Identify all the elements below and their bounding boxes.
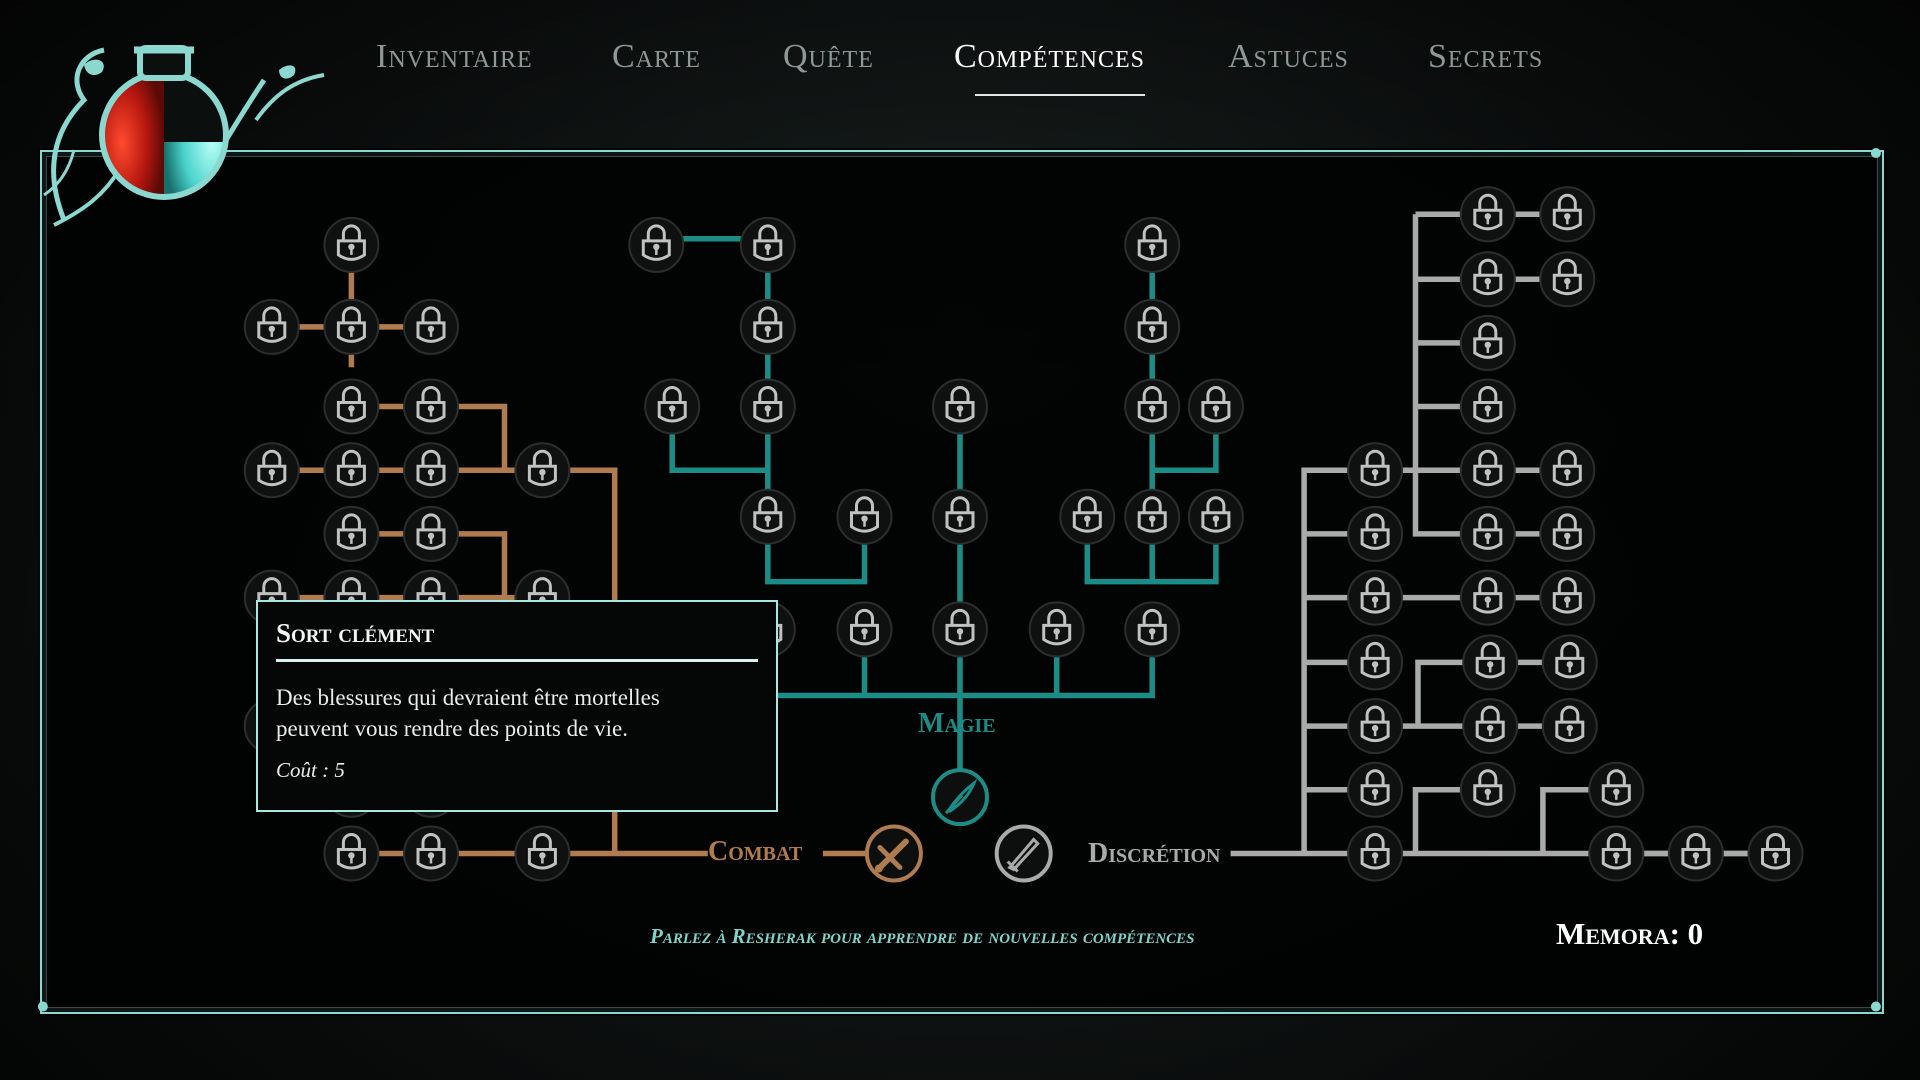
skill-node-locked-discretion[interactable] — [1747, 825, 1804, 882]
skill-node-locked-magie[interactable] — [628, 216, 685, 273]
tooltip-cost: Coût : 5 — [276, 758, 345, 782]
skill-node-locked-magie[interactable] — [836, 488, 893, 545]
skill-node-locked-magie[interactable] — [739, 298, 796, 355]
skill-node-locked-discretion[interactable] — [1588, 825, 1645, 882]
skill-node-locked-discretion[interactable] — [1347, 569, 1404, 626]
skill-node-locked-magie[interactable] — [932, 378, 988, 435]
skill-node-locked-combat[interactable] — [323, 442, 380, 499]
potion-flask-icon — [43, 45, 325, 227]
skill-node-locked-discretion[interactable] — [1347, 442, 1404, 499]
skill-node-locked-discretion[interactable] — [1539, 569, 1596, 626]
skill-node-locked-discretion[interactable] — [1459, 378, 1516, 435]
skill-tooltip: Sort clément Des blessures qui devraient… — [256, 600, 778, 812]
skill-node-locked-discretion[interactable] — [1539, 186, 1596, 243]
frame-corner-ornament — [1870, 148, 1881, 159]
skill-node-locked-discretion[interactable] — [1347, 634, 1404, 691]
category-label-discretion: Discrétion — [1088, 838, 1221, 869]
skill-node-locked-discretion[interactable] — [1459, 761, 1516, 818]
tooltip-description-line-1: Des blessures qui devraient être mortell… — [276, 685, 660, 710]
skill-node-locked-discretion[interactable] — [1459, 314, 1516, 371]
skill-node-locked-discretion[interactable] — [1347, 505, 1404, 562]
skill-node-locked-magie[interactable] — [1187, 378, 1244, 435]
skill-node-locked-discretion[interactable] — [1347, 698, 1404, 755]
skill-node-locked-magie[interactable] — [1124, 298, 1181, 355]
skill-node-locked-discretion[interactable] — [1541, 634, 1598, 691]
skill-node-locked-magie[interactable] — [932, 488, 988, 545]
skill-node-locked-combat[interactable] — [514, 825, 571, 882]
skill-node-locked-magie[interactable] — [1124, 601, 1181, 658]
skill-node-locked-combat[interactable] — [403, 378, 459, 435]
skill-node-locked-discretion[interactable] — [1539, 505, 1596, 562]
skill-node-locked-discretion[interactable] — [1459, 505, 1516, 562]
frame-corner-ornament — [37, 1001, 48, 1012]
skill-node-locked-discretion[interactable] — [1539, 251, 1596, 308]
skill-node-locked-discretion[interactable] — [1459, 442, 1516, 499]
skill-node-locked-discretion[interactable] — [1588, 761, 1645, 818]
tooltip-description-line-2: peuvent vous rendre des points de vie. — [276, 716, 628, 741]
tooltip-divider — [276, 659, 758, 662]
skill-node-locked-magie[interactable] — [1124, 216, 1181, 273]
magic-feather-icon[interactable] — [931, 768, 989, 827]
skill-node-locked-discretion[interactable] — [1347, 761, 1404, 818]
tooltip-title: Sort clément — [276, 618, 435, 648]
skill-node-locked-combat[interactable] — [243, 442, 300, 499]
skill-node-locked-magie[interactable] — [1124, 378, 1181, 435]
skill-node-locked-magie[interactable] — [932, 601, 988, 658]
skill-node-locked-discretion[interactable] — [1539, 442, 1596, 499]
category-label-magie: Magie — [918, 708, 996, 739]
skill-node-locked-magie[interactable] — [1059, 488, 1116, 545]
frame-corner-ornament — [1870, 1001, 1881, 1012]
skill-node-locked-combat[interactable] — [514, 442, 571, 499]
skill-node-locked-discretion[interactable] — [1459, 569, 1516, 626]
skill-node-locked-discretion[interactable] — [1667, 825, 1724, 882]
memora-counter: Memora: 0 — [1556, 916, 1704, 951]
dagger-icon[interactable] — [994, 824, 1053, 883]
skill-node-locked-magie[interactable] — [1028, 601, 1085, 658]
skill-node-locked-combat[interactable] — [243, 298, 300, 355]
skill-node-locked-magie[interactable] — [1124, 488, 1181, 545]
skill-node-locked-discretion[interactable] — [1541, 698, 1598, 755]
skill-node-locked-discretion[interactable] — [1462, 634, 1519, 691]
skill-node-locked-magie[interactable] — [739, 378, 796, 435]
skill-node-locked-combat[interactable] — [403, 505, 459, 562]
skill-node-locked-discretion[interactable] — [1347, 825, 1404, 882]
hint-text: Parlez à Resherak pour apprendre de nouv… — [650, 924, 1195, 948]
skill-node-locked-combat[interactable] — [323, 505, 380, 562]
skill-node-locked-discretion[interactable] — [1459, 251, 1516, 308]
sword-icon[interactable] — [864, 824, 923, 883]
skill-node-locked-combat[interactable] — [323, 825, 380, 882]
skill-node-locked-discretion[interactable] — [1459, 186, 1516, 243]
skill-node-locked-combat[interactable] — [403, 825, 459, 882]
skill-node-locked-combat[interactable] — [403, 442, 459, 499]
skill-node-locked-magie[interactable] — [644, 378, 701, 435]
skill-node-locked-discretion[interactable] — [1462, 698, 1519, 755]
skill-node-locked-combat[interactable] — [323, 298, 380, 355]
tooltip-description: Des blessures qui devraient être mortell… — [276, 682, 758, 744]
skill-node-locked-magie[interactable] — [836, 601, 893, 658]
skill-node-locked-magie[interactable] — [1187, 488, 1244, 545]
skill-node-locked-magie[interactable] — [739, 216, 796, 273]
skill-node-locked-combat[interactable] — [403, 298, 459, 355]
category-label-combat: Combat — [708, 836, 803, 867]
skill-node-locked-magie[interactable] — [739, 488, 796, 545]
skill-node-locked-combat[interactable] — [323, 378, 380, 435]
